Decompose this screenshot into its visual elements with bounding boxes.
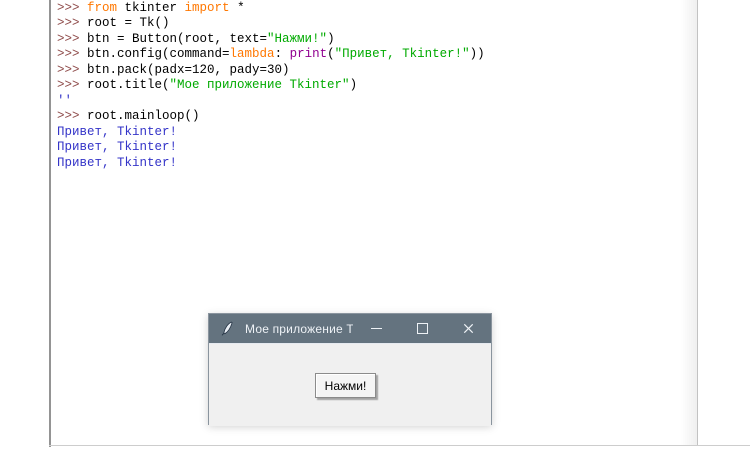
minimize-button[interactable] bbox=[353, 314, 399, 343]
shell-left-border bbox=[49, 0, 51, 447]
tkinter-client-area: Нажми! bbox=[209, 343, 491, 426]
maximize-icon bbox=[417, 323, 428, 334]
shell-line: >>> btn = Button(root, text="Нажми!") bbox=[57, 32, 485, 47]
tkinter-window: Мое приложение Tki... Нажми! bbox=[208, 313, 492, 425]
nazhmi-button[interactable]: Нажми! bbox=[315, 373, 376, 398]
tkinter-titlebar[interactable]: Мое приложение Tki... bbox=[209, 314, 491, 343]
window-controls bbox=[353, 314, 491, 343]
shell-line: Привет, Tkinter! bbox=[57, 156, 485, 171]
shell-line: >>> from tkinter import * bbox=[57, 1, 485, 16]
maximize-button[interactable] bbox=[399, 314, 445, 343]
shell-line: Привет, Tkinter! bbox=[57, 140, 485, 155]
screen: >>> from tkinter import *>>> root = Tk()… bbox=[0, 0, 750, 453]
scrollbar-track[interactable] bbox=[681, 0, 698, 445]
shell-line: >>> root = Tk() bbox=[57, 16, 485, 31]
shell-line: >>> root.mainloop() bbox=[57, 109, 485, 124]
shell-bottom-border bbox=[49, 445, 750, 446]
shell-line: >>> btn.pack(padx=120, pady=30) bbox=[57, 63, 485, 78]
shell-line: >>> btn.config(command=lambda: print("Пр… bbox=[57, 47, 485, 62]
shell-line: Привет, Tkinter! bbox=[57, 125, 485, 140]
window-title: Мое приложение Tki... bbox=[245, 322, 353, 336]
tk-feather-icon bbox=[220, 321, 235, 336]
close-button[interactable] bbox=[445, 314, 491, 343]
shell-line: >>> root.title("Мое приложение Tkinter") bbox=[57, 78, 485, 93]
shell-output[interactable]: >>> from tkinter import *>>> root = Tk()… bbox=[57, 1, 485, 171]
close-icon bbox=[463, 323, 474, 334]
minimize-icon bbox=[371, 328, 382, 329]
shell-line: '' bbox=[57, 94, 485, 109]
